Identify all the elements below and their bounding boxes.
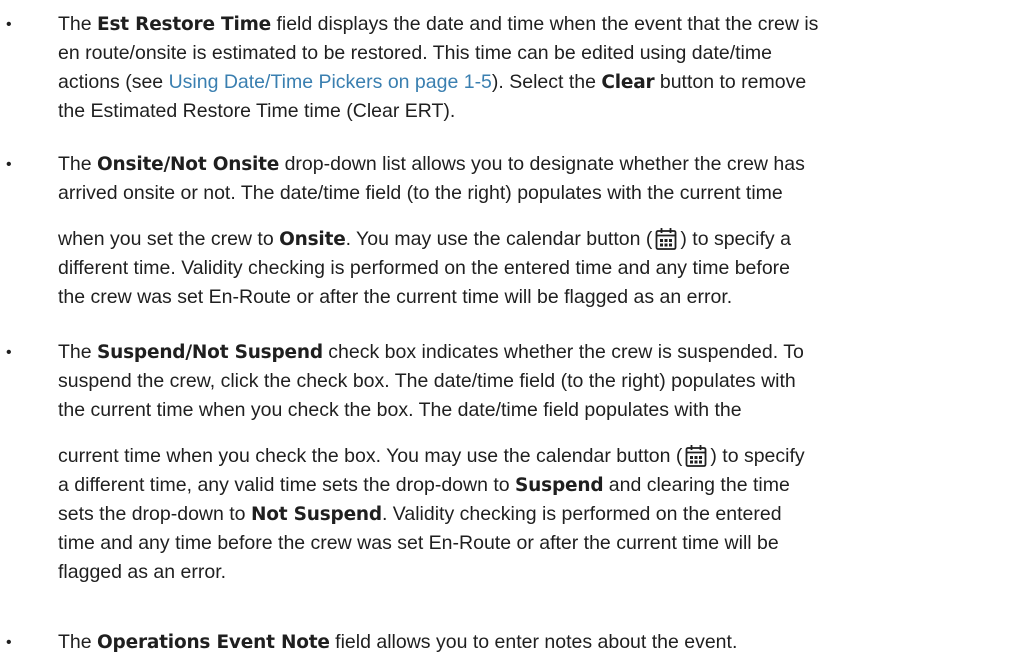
term-suspend: Suspend [515,475,604,496]
text-line: time and any time before the crew was se… [58,532,779,554]
text-line: the current time when you check the box.… [58,399,742,421]
text-line: arrived onsite or not. The date/time fie… [58,182,783,204]
bullet-text: The Suspend/Not Suspend check box indica… [58,338,1018,587]
term-clear: Clear [601,72,655,93]
term-operations-event-note: Operations Event Note [97,632,330,653]
term-est-restore-time: Est Restore Time [97,14,272,35]
term-onsite: Onsite [279,229,346,250]
text-line: the crew was set En-Route or after the c… [58,286,733,308]
bullet-text: The Onsite/Not Onsite drop-down list all… [58,150,1018,312]
bullet-marker: • [6,16,12,33]
text-line: suspend the crew, click the check box. T… [58,370,796,392]
text-line: actions (see Using Date/Time Pickers on … [58,71,807,93]
term-suspend-not-suspend: Suspend/Not Suspend [97,342,323,363]
text-line: flagged as an error. [58,561,227,583]
text-line: en route/onsite is estimated to be resto… [58,42,772,64]
term-onsite-not-onsite: Onsite/Not Onsite [97,154,280,175]
bullet-marker: • [6,156,12,173]
bullet-text: The Operations Event Note field allows y… [58,628,1018,657]
text-line: different time. Validity checking is per… [58,257,791,279]
text-line: current time when you check the box. You… [58,442,1018,471]
text-line: the Estimated Restore Time time (Clear E… [58,100,456,122]
text-line: when you set the crew to Onsite. You may… [58,225,1018,254]
text-line: The Est Restore Time field displays the … [58,13,819,35]
text-line: The Suspend/Not Suspend check box indica… [58,341,804,363]
bullet-marker: • [6,634,12,651]
term-not-suspend: Not Suspend [250,504,382,525]
text-line: The Onsite/Not Onsite drop-down list all… [58,153,805,175]
document-page: • The Est Restore Time field displays th… [0,0,1033,669]
bullet-text: The Est Restore Time field displays the … [58,10,1018,126]
date-time-pickers-link[interactable]: Using Date/Time Pickers on page 1-5 [169,71,492,93]
text-line: The Operations Event Note field allows y… [58,631,738,653]
text-line: sets the drop-down to Not Suspend. Valid… [58,503,782,525]
bullet-marker: • [6,344,12,361]
text-line: a different time, any valid time sets th… [58,474,790,496]
